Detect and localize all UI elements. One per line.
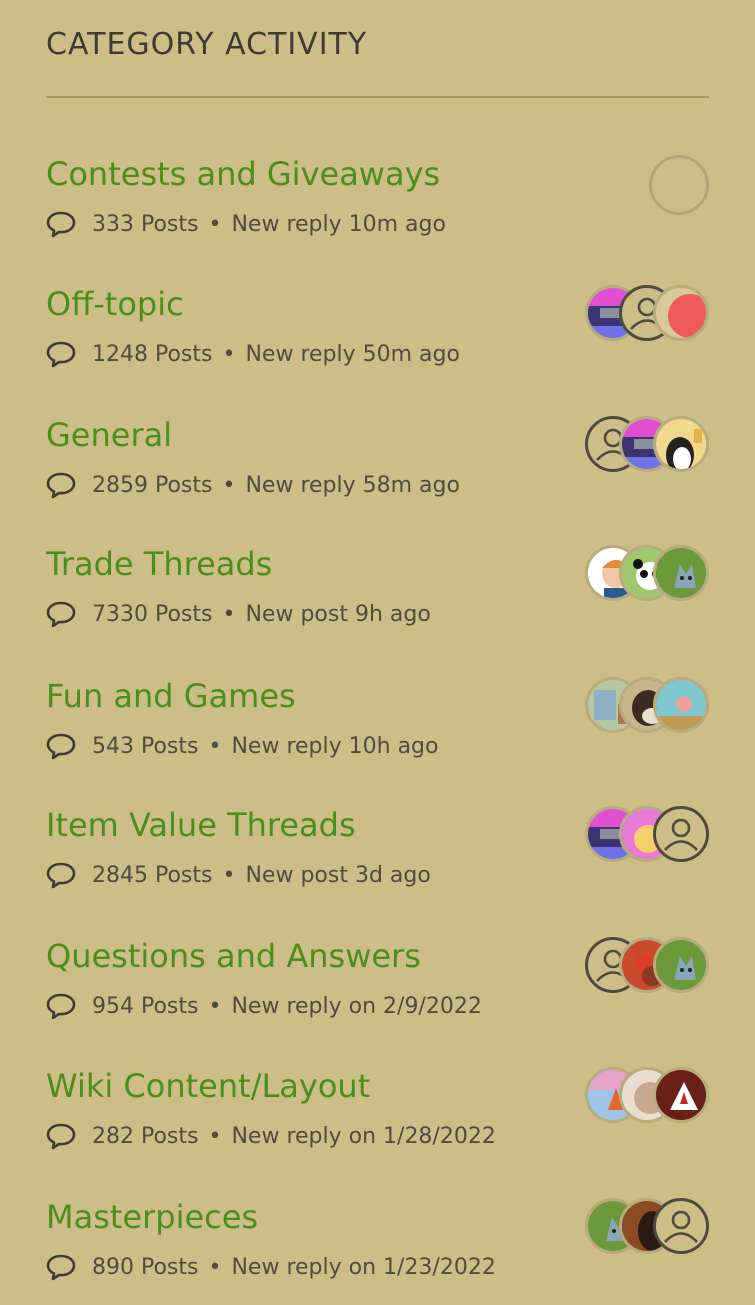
last-activity[interactable]: New reply on 1/28/2022 — [231, 1124, 495, 1149]
category-meta: 1248 Posts • New reply 50m ago — [46, 337, 460, 371]
category-row: Fun and Games 543 Posts • New reply 10h ago — [0, 677, 755, 797]
comment-icon — [46, 1121, 76, 1151]
category-meta: 954 Posts • New reply on 2/9/2022 — [46, 989, 482, 1023]
last-activity[interactable]: New post 3d ago — [245, 863, 430, 888]
comment-icon — [46, 860, 76, 890]
post-count: 543 Posts — [92, 733, 199, 759]
category-row: General 2859 Posts • New reply 58m ago — [0, 416, 755, 536]
category-link[interactable]: Contests and Giveaways — [46, 155, 440, 193]
user-placeholder-icon[interactable] — [653, 1198, 709, 1254]
category-link[interactable]: Wiki Content/Layout — [46, 1067, 370, 1105]
category-meta: 2859 Posts • New reply 58m ago — [46, 468, 460, 502]
last-activity[interactable]: New reply 10m ago — [231, 212, 446, 237]
recent-posters — [585, 1198, 709, 1258]
category-meta: 2845 Posts • New post 3d ago — [46, 858, 431, 892]
user-placeholder-icon[interactable] — [653, 806, 709, 862]
comment-icon — [46, 599, 76, 629]
category-link[interactable]: Trade Threads — [46, 545, 272, 583]
recent-posters — [585, 1067, 709, 1127]
category-meta: 333 Posts • New reply 10m ago — [46, 207, 446, 241]
separator-dot: • — [208, 1123, 222, 1149]
avatar-red-ball[interactable] — [653, 285, 709, 341]
category-meta: 890 Posts • New reply on 1/23/2022 — [46, 1250, 496, 1284]
separator-dot: • — [222, 472, 236, 498]
post-count: 333 Posts — [92, 211, 199, 237]
comment-icon — [46, 731, 76, 761]
separator-dot: • — [208, 211, 222, 237]
category-row: Trade Threads 7330 Posts • New post 9h ago — [0, 545, 755, 665]
category-activity-widget: CATEGORY ACTIVITY Contests and Giveaways… — [0, 0, 755, 1305]
comment-icon — [46, 1252, 76, 1282]
category-link[interactable]: Fun and Games — [46, 677, 296, 715]
recent-posters — [649, 155, 709, 215]
category-link[interactable]: General — [46, 416, 172, 454]
avatar-green-cat[interactable] — [653, 545, 709, 601]
recent-posters — [585, 285, 709, 345]
last-activity[interactable]: New post 9h ago — [245, 602, 430, 627]
avatar-green-cat[interactable] — [653, 937, 709, 993]
comment-icon — [46, 209, 76, 239]
recent-posters — [585, 806, 709, 866]
recent-posters — [585, 677, 709, 737]
widget-title: CATEGORY ACTIVITY — [46, 27, 368, 62]
category-row: Contests and Giveaways 333 Posts • New repl… — [0, 155, 755, 275]
last-activity[interactable]: New reply 50m ago — [245, 342, 460, 367]
avatar-red-white[interactable] — [653, 1067, 709, 1123]
category-row: Off-topic 1248 Posts • New reply 50m ago — [0, 285, 755, 405]
recent-posters — [585, 545, 709, 605]
post-count: 954 Posts — [92, 993, 199, 1019]
post-count: 2845 Posts — [92, 862, 213, 888]
comment-icon — [46, 991, 76, 1021]
separator-dot: • — [208, 1254, 222, 1280]
category-meta: 7330 Posts • New post 9h ago — [46, 597, 431, 631]
separator-dot: • — [208, 993, 222, 1019]
category-link[interactable]: Item Value Threads — [46, 806, 356, 844]
last-activity[interactable]: New reply on 1/23/2022 — [231, 1255, 495, 1280]
comment-icon — [46, 339, 76, 369]
post-count: 2859 Posts — [92, 472, 213, 498]
avatar-penguin[interactable] — [653, 416, 709, 472]
recent-posters — [585, 416, 709, 476]
category-meta: 543 Posts • New reply 10h ago — [46, 729, 438, 763]
category-row: Wiki Content/Layout 282 Posts • New reply o… — [0, 1067, 755, 1187]
recent-posters — [585, 937, 709, 997]
comment-icon — [46, 470, 76, 500]
category-row: Item Value Threads 2845 Posts • New post 3d… — [0, 806, 755, 926]
post-count: 890 Posts — [92, 1254, 199, 1280]
last-activity[interactable]: New reply 58m ago — [245, 473, 460, 498]
separator-dot: • — [208, 733, 222, 759]
category-row: Masterpieces 890 Posts • New reply on 1/23/… — [0, 1198, 755, 1305]
category-row: Questions and Answers 954 Posts • New reply… — [0, 937, 755, 1057]
category-link[interactable]: Questions and Answers — [46, 937, 421, 975]
post-count: 1248 Posts — [92, 341, 213, 367]
category-link[interactable]: Masterpieces — [46, 1198, 258, 1236]
last-activity[interactable]: New reply 10h ago — [231, 734, 438, 759]
separator-dot: • — [222, 862, 236, 888]
last-activity[interactable]: New reply on 2/9/2022 — [231, 994, 481, 1019]
separator-dot: • — [222, 341, 236, 367]
avatar-placeholder-empty[interactable] — [649, 155, 709, 215]
divider — [46, 96, 709, 98]
post-count: 282 Posts — [92, 1123, 199, 1149]
category-link[interactable]: Off-topic — [46, 285, 184, 323]
post-count: 7330 Posts — [92, 601, 213, 627]
avatar-teal-scene[interactable] — [653, 677, 709, 733]
separator-dot: • — [222, 601, 236, 627]
category-meta: 282 Posts • New reply on 1/28/2022 — [46, 1119, 496, 1153]
